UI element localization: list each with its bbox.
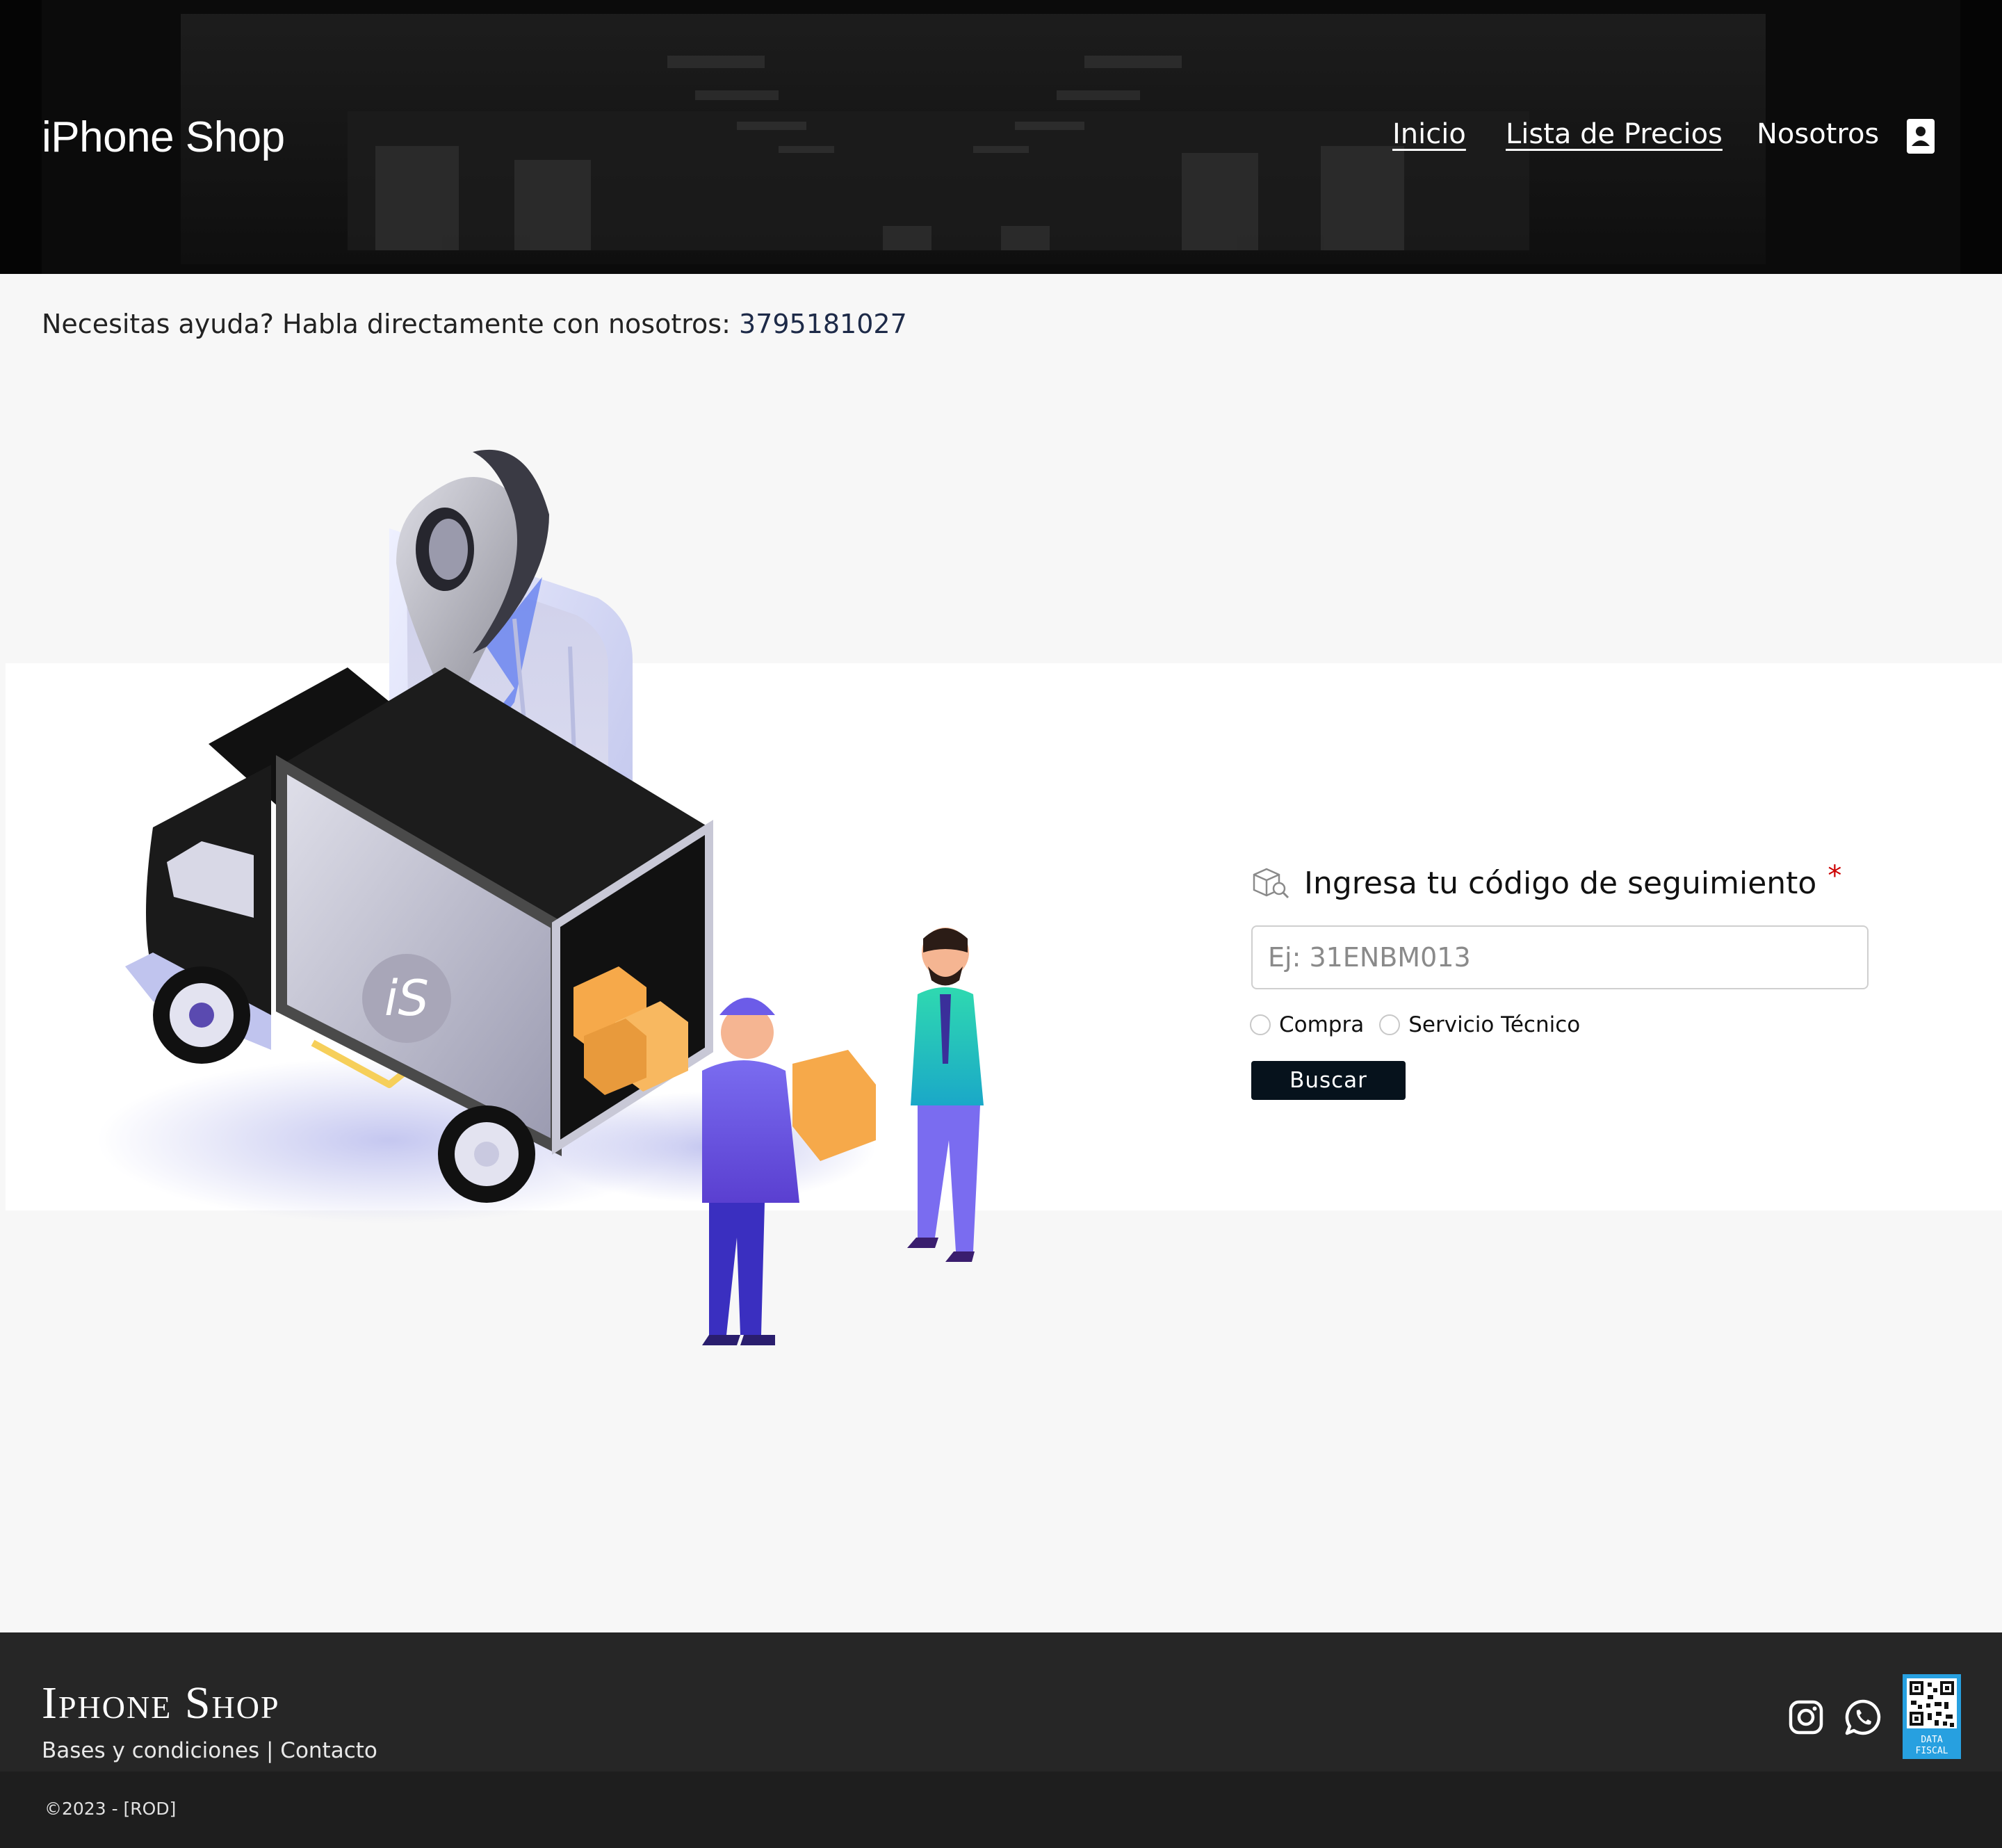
terms-link[interactable]: Bases y condiciones [42, 1738, 259, 1763]
nav-inicio[interactable]: Inicio [1392, 118, 1466, 150]
tracking-form-title: Ingresa tu código de seguimiento * [1251, 860, 1842, 904]
qr-label-data: DATA [1921, 1735, 1942, 1745]
search-button[interactable]: Buscar [1251, 1061, 1406, 1100]
radio-compra-label[interactable]: Compra [1279, 1012, 1364, 1037]
footer-links: Bases y condiciones | Contacto [42, 1738, 377, 1763]
radio-servicio-tecnico[interactable] [1379, 1014, 1401, 1035]
site-header: iPhone Shop Inicio Lista de Precios Noso… [0, 0, 2002, 274]
help-phone[interactable]: 3795181027 [739, 309, 907, 339]
data-fiscal-qr[interactable]: DATA FISCAL [1903, 1674, 1961, 1759]
help-text: Necesitas ayuda? Habla directamente con … [42, 309, 731, 339]
contact-card-icon[interactable] [1906, 118, 1935, 154]
footer-link-separator: | [259, 1738, 281, 1763]
package-search-icon [1253, 868, 1289, 899]
qr-code-icon: DATA FISCAL [1907, 1678, 1957, 1756]
instagram-icon[interactable] [1787, 1698, 1825, 1737]
whatsapp-icon[interactable] [1844, 1698, 1882, 1737]
brand-logo[interactable]: iPhone Shop [42, 113, 285, 162]
radio-servicio-tecnico-label[interactable]: Servicio Técnico [1408, 1012, 1580, 1037]
delivery-illustration: iS [97, 449, 984, 1345]
copyright: ©2023 - [ROD] [44, 1799, 177, 1819]
footer-brand: Iphone Shop [42, 1678, 280, 1728]
contact-link[interactable]: Contacto [280, 1738, 377, 1763]
nav-lista-de-precios[interactable]: Lista de Precios [1506, 118, 1723, 150]
required-mark: * [1828, 860, 1842, 892]
radio-compra[interactable] [1250, 1014, 1271, 1035]
tracking-label: Ingresa tu código de seguimiento [1304, 865, 1817, 901]
help-line: Necesitas ayuda? Habla directamente con … [42, 309, 907, 339]
truck-logo: iS [384, 970, 429, 1027]
tracking-type-options: Compra Servicio Técnico [1250, 1011, 1580, 1039]
tracking-code-input[interactable] [1251, 925, 1869, 989]
qr-label-fiscal: FISCAL [1916, 1746, 1948, 1756]
nav-nosotros[interactable]: Nosotros [1757, 118, 1879, 150]
sub-footer [0, 1772, 2002, 1848]
